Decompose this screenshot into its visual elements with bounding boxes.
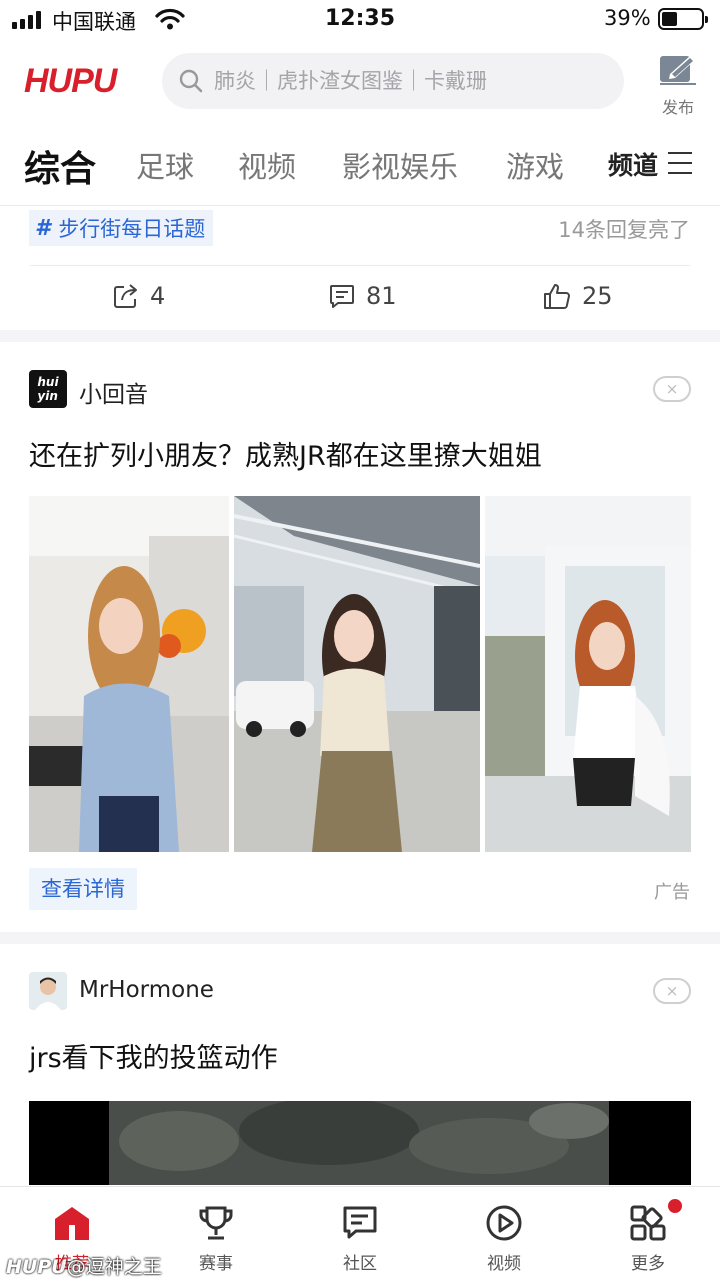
avatar[interactable] bbox=[29, 972, 67, 1010]
section-divider bbox=[0, 330, 720, 342]
search-input[interactable] bbox=[214, 53, 614, 109]
post-card-header: MrHormone × bbox=[29, 972, 691, 1012]
play-icon bbox=[486, 1205, 522, 1241]
search-bar[interactable] bbox=[162, 53, 624, 109]
tab-video[interactable]: 视频 bbox=[238, 144, 296, 186]
watermark: HUPU@逗神之王 bbox=[6, 1252, 162, 1279]
notification-dot bbox=[666, 1197, 684, 1215]
chat-icon bbox=[343, 1206, 377, 1239]
ad-photo[interactable] bbox=[234, 496, 480, 852]
watermark-text: @逗神之王 bbox=[66, 1256, 162, 1278]
battery-icon bbox=[658, 8, 708, 30]
like-count: 25 bbox=[582, 282, 613, 310]
battery-percent: 39% bbox=[604, 6, 651, 30]
app-header: HUPU 发布 bbox=[0, 40, 720, 126]
video-thumbnail[interactable] bbox=[29, 1101, 691, 1185]
publish-label: 发布 bbox=[661, 98, 694, 117]
ad-photo-grid[interactable] bbox=[29, 496, 691, 852]
menu-icon[interactable] bbox=[668, 152, 692, 182]
tab-games[interactable]: 游戏 bbox=[506, 144, 564, 186]
close-icon[interactable]: × bbox=[653, 978, 691, 1004]
like-button[interactable]: 25 bbox=[542, 282, 613, 310]
nav-video[interactable]: 视频 bbox=[432, 1187, 576, 1280]
advertiser-name[interactable]: 小回音 bbox=[79, 375, 148, 409]
nav-label: 更多 bbox=[631, 1254, 665, 1274]
author-name[interactable]: MrHormone bbox=[79, 977, 214, 1003]
category-tabs: 综合 足球 视频 影视娱乐 游戏 频道 bbox=[0, 126, 720, 206]
ad-title[interactable]: 还在扩列小朋友？成熟JR都在这里撩大姐姐 bbox=[29, 434, 542, 473]
publish-button[interactable]: 发布 bbox=[650, 52, 706, 117]
section-divider bbox=[0, 932, 720, 944]
grid-icon bbox=[630, 1205, 666, 1241]
nav-more[interactable]: 更多 bbox=[576, 1187, 720, 1280]
nav-matches[interactable]: 赛事 bbox=[144, 1187, 288, 1280]
search-icon bbox=[179, 69, 203, 93]
ad-label: 广告 bbox=[654, 882, 690, 903]
share-button[interactable]: 4 bbox=[112, 282, 165, 310]
nav-label: 社区 bbox=[343, 1254, 377, 1274]
status-bar: 中国联通 12:35 39% bbox=[0, 0, 720, 40]
tab-football[interactable]: 足球 bbox=[136, 144, 194, 186]
ad-photo[interactable] bbox=[485, 496, 691, 852]
topic-label: 步行街每日话题 bbox=[58, 217, 206, 241]
topic-tag[interactable]: # 步行街每日话题 bbox=[29, 210, 214, 246]
compose-icon bbox=[660, 56, 696, 85]
watermark-logo: HUPU bbox=[6, 1256, 67, 1278]
home-icon bbox=[55, 1207, 89, 1240]
tab-entertainment[interactable]: 影视娱乐 bbox=[342, 144, 458, 186]
ad-card-header: hui yin 小回音 × bbox=[29, 370, 691, 410]
close-icon[interactable]: × bbox=[653, 376, 691, 402]
nav-community[interactable]: 社区 bbox=[288, 1187, 432, 1280]
view-details-button[interactable]: 查看详情 bbox=[29, 868, 137, 910]
post-actions: 4 81 25 bbox=[0, 266, 720, 330]
replies-highlight[interactable]: 14条回复亮了 bbox=[558, 214, 690, 244]
share-icon bbox=[114, 284, 137, 308]
tab-general[interactable]: 综合 bbox=[24, 140, 96, 192]
comment-icon bbox=[330, 285, 354, 308]
share-count: 4 bbox=[150, 282, 166, 310]
ad-photo[interactable] bbox=[29, 496, 229, 852]
trophy-icon bbox=[199, 1206, 233, 1240]
comment-count: 81 bbox=[366, 282, 397, 310]
channel-button[interactable]: 频道 bbox=[608, 146, 658, 182]
advertiser-logo[interactable]: hui yin bbox=[29, 370, 67, 408]
post-title[interactable]: jrs看下我的投篮动作 bbox=[29, 1036, 278, 1075]
nav-label: 赛事 bbox=[199, 1254, 233, 1274]
comment-button[interactable]: 81 bbox=[328, 282, 397, 310]
hashtag-icon: # bbox=[35, 215, 51, 241]
hupu-logo[interactable]: HUPU bbox=[24, 62, 117, 101]
nav-label: 视频 bbox=[487, 1254, 521, 1274]
thumbs-up-icon bbox=[544, 284, 570, 309]
